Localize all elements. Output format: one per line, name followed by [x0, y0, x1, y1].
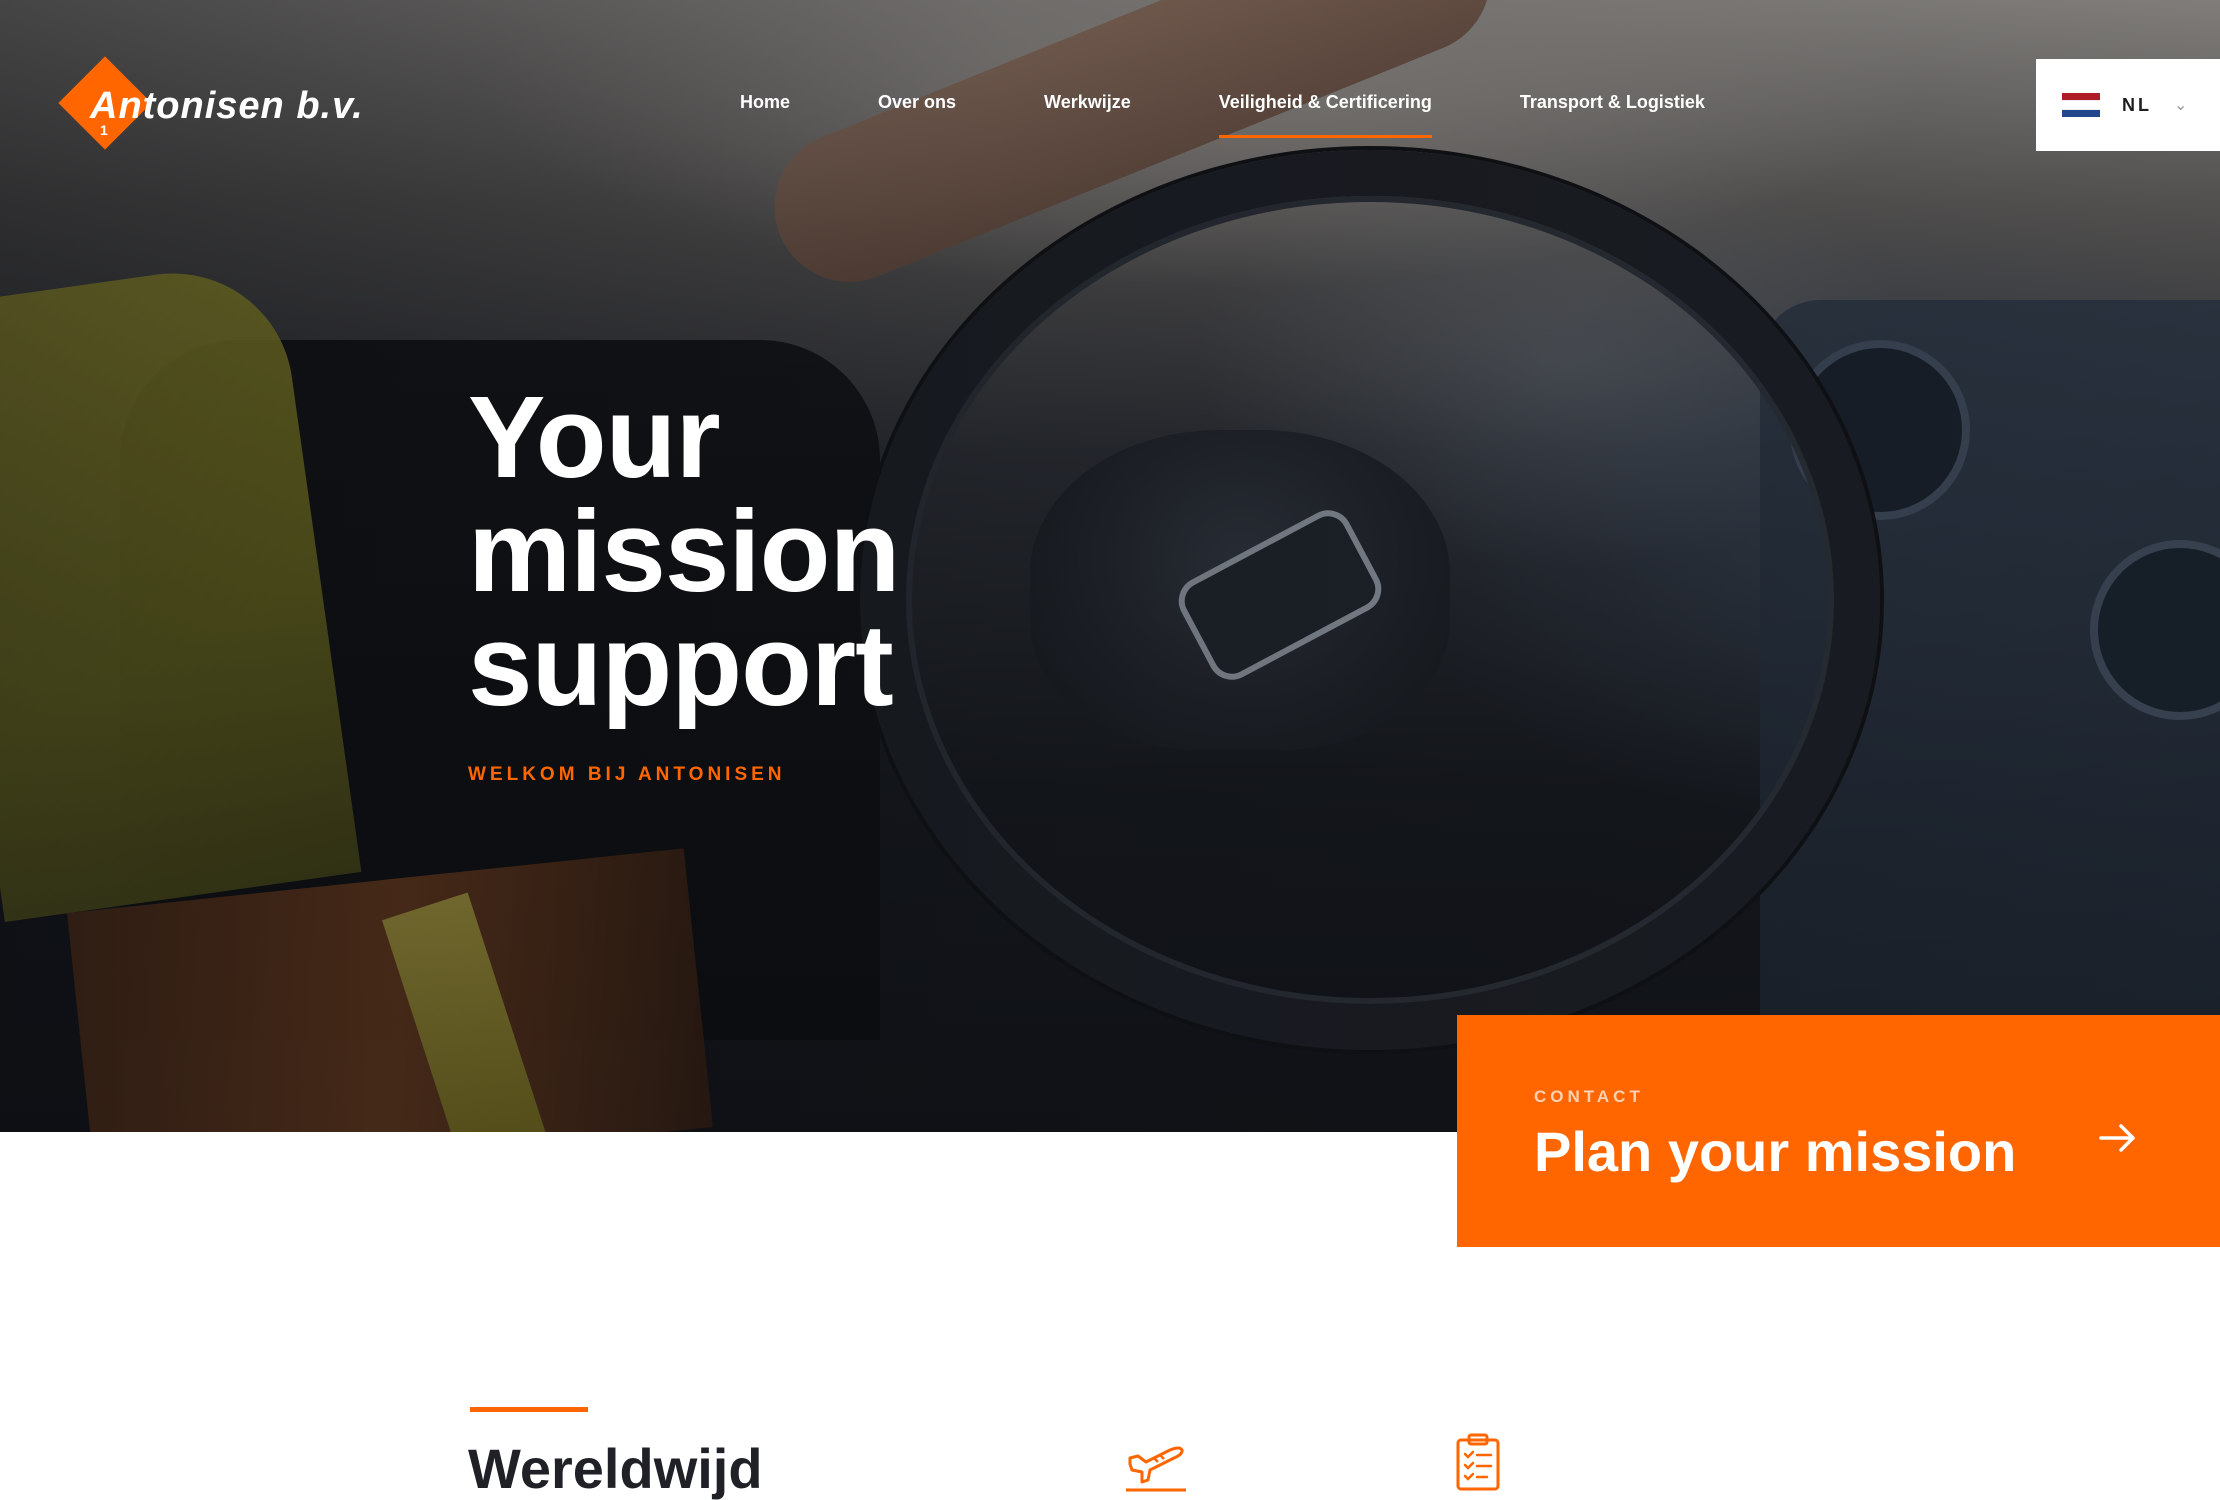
netherlands-flag-icon: [2062, 93, 2100, 117]
hero-title: Your mission support: [468, 372, 988, 730]
hero-background-image: [0, 0, 2220, 1132]
clipboard-checklist-icon: [1456, 1433, 1500, 1491]
arrow-right-icon: [2099, 1124, 2135, 1152]
section-title: Wereldwijd: [468, 1437, 763, 1500]
hero-title-line: support: [468, 600, 894, 730]
site-logo[interactable]: 1 Antonisen b.v.: [58, 56, 388, 156]
hero-title-line: mission: [468, 486, 900, 616]
cta-title: Plan your mission: [1534, 1120, 2017, 1183]
nav-item-transport-logistiek[interactable]: Transport & Logistiek: [1520, 92, 1705, 138]
cta-kicker: CONTACT: [1534, 1087, 1644, 1106]
language-selector[interactable]: NL ⌄: [2036, 59, 2220, 151]
logo-wordmark: Antonisen b.v.: [90, 84, 364, 127]
hero-overlay: [0, 0, 2220, 1132]
hero-title-line: Your: [468, 372, 721, 502]
main-navigation: Home Over ons Werkwijze Veiligheid & Cer…: [740, 92, 1793, 138]
nav-item-werkwijze[interactable]: Werkwijze: [1044, 92, 1131, 138]
section-accent-bar: [470, 1407, 588, 1412]
language-code: NL: [2122, 94, 2152, 115]
nav-item-veiligheid-certificering[interactable]: Veiligheid & Certificering: [1218, 92, 1432, 138]
airplane-icon: [1126, 1446, 1186, 1492]
chevron-down-icon: ⌄: [2174, 97, 2188, 114]
hero-subtitle: WELKOM BIJ ANTONISEN: [468, 764, 786, 785]
nav-item-over-ons[interactable]: Over ons: [878, 92, 956, 138]
plan-mission-cta-button[interactable]: CONTACT Plan your mission: [1457, 1015, 2220, 1247]
nav-item-home[interactable]: Home: [740, 92, 790, 138]
